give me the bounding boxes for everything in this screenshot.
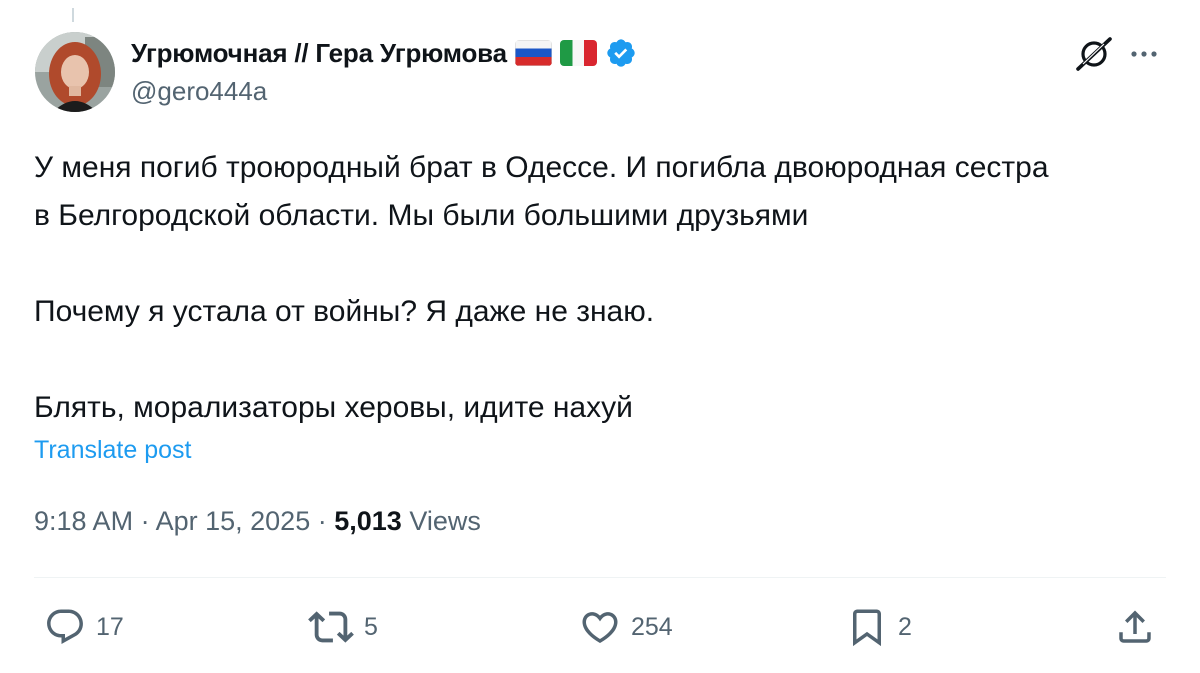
thread-connector-line (72, 8, 74, 22)
display-name[interactable]: Угрюмочная // Гера Угрюмова (131, 38, 507, 69)
tweet-text-line: У меня погиб троюродный брат в Одессе. И… (34, 151, 1049, 184)
views-count: 5,013 (334, 506, 402, 536)
bookmark-button[interactable]: 2 (846, 606, 912, 648)
separator: · (317, 506, 327, 536)
russia-flag-icon (514, 40, 552, 66)
avatar[interactable] (35, 32, 115, 112)
translate-post-link[interactable]: Translate post (34, 436, 191, 465)
tweet-text-line: в Белгородской области. Мы были большими… (34, 199, 809, 232)
tweet-text: У меня погиб троюродный брат в Одессе. И… (34, 144, 1174, 432)
bookmark-count: 2 (898, 612, 912, 641)
views-label: Views (409, 506, 481, 536)
grok-icon[interactable] (1074, 36, 1114, 72)
reply-button[interactable]: 17 (44, 606, 124, 648)
retweet-button[interactable]: 5 (308, 606, 378, 648)
retweet-count: 5 (364, 612, 378, 641)
verified-badge-icon[interactable] (605, 37, 637, 69)
like-icon (579, 606, 621, 648)
bookmark-icon (846, 606, 888, 648)
italy-flag-icon (559, 40, 597, 66)
separator: · (140, 506, 150, 536)
divider (34, 577, 1166, 578)
tweet-time[interactable]: 9:18 AM (34, 506, 133, 536)
tweet-date[interactable]: Apr 15, 2025 (156, 506, 311, 536)
share-button[interactable] (1114, 606, 1156, 648)
more-icon[interactable] (1128, 38, 1160, 70)
tweet-text-line: Почему я устала от войны? Я даже не знаю… (34, 295, 655, 328)
author-handle[interactable]: @gero444a (131, 76, 267, 107)
tweet-text-line: Блять, морализаторы херовы, идите нахуй (34, 391, 633, 424)
like-count: 254 (631, 612, 673, 641)
author-name-row: Угрюмочная // Гера Угрюмова (131, 36, 637, 70)
share-icon (1114, 606, 1156, 648)
tweet-metadata: 9:18 AM · Apr 15, 2025 · 5,013 Views (34, 506, 481, 537)
reply-count: 17 (96, 612, 124, 641)
retweet-icon (308, 604, 354, 650)
like-button[interactable]: 254 (579, 606, 673, 648)
reply-icon (44, 606, 86, 648)
